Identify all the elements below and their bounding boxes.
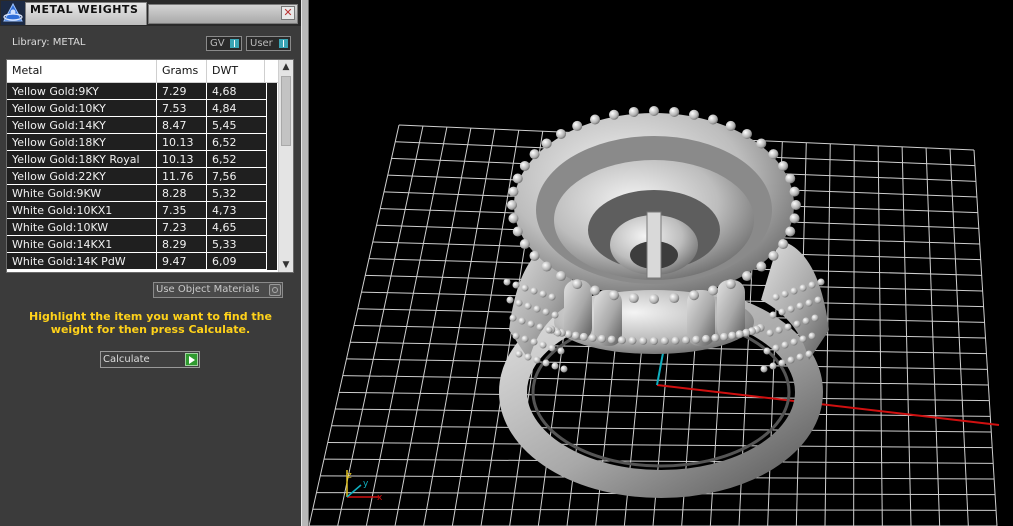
calculate-button[interactable]: Calculate	[100, 351, 200, 368]
cell-metal: White Gold:9KW	[7, 185, 157, 202]
cell-dwt: 5,32	[207, 185, 267, 202]
cell-dwt: 6,52	[207, 134, 267, 151]
table-row[interactable]: White Gold:10KW 7.23 4,65	[7, 219, 277, 236]
panel-title: METAL WEIGHTS	[30, 3, 139, 16]
cell-metal: White Gold:10KW	[7, 219, 157, 236]
calculate-label: Calculate	[103, 354, 150, 365]
cell-dwt: 4,68	[207, 83, 267, 100]
gizmo-y-label: y	[363, 479, 369, 489]
cell-dwt: 4,84	[207, 100, 267, 117]
gv-toggle[interactable]: GV	[206, 36, 242, 51]
cell-metal: Yellow Gold:14KY	[7, 117, 157, 134]
viewport-canvas: z y x	[309, 106, 1000, 526]
cell-grams: 8.28	[157, 185, 207, 202]
close-icon: ✕	[283, 6, 293, 19]
cell-dwt: 5,33	[207, 236, 267, 253]
cell-grams: 9.47	[157, 253, 207, 270]
metal-table: Metal Grams DWT Yellow Gold:9KY 7.29 4,68 …	[6, 59, 294, 273]
scroll-down-icon[interactable]: ▼	[279, 258, 293, 272]
axis-gizmo: z y x	[346, 470, 383, 503]
use-object-materials-toggle[interactable]: Use Object Materials	[153, 282, 283, 298]
scroll-thumb[interactable]	[281, 76, 291, 146]
cell-grams: 7.53	[157, 100, 207, 117]
titlebar-filler	[148, 4, 298, 24]
instruction-text: Highlight the item you want to find the …	[29, 310, 272, 336]
cell-grams: 7.29	[157, 83, 207, 100]
x-axis-line	[656, 384, 1000, 426]
column-header-metal[interactable]: Metal	[7, 60, 157, 82]
cell-dwt: 6,09	[207, 253, 267, 270]
cell-dwt: 4,73	[207, 202, 267, 219]
table-row[interactable]: White Gold:10KX1 7.35 4,73	[7, 202, 277, 219]
cell-metal: Yellow Gold:10KY	[7, 100, 157, 117]
table-scrollbar[interactable]: ▲ ▼	[278, 60, 293, 272]
table-row[interactable]: Yellow Gold:18KY 10.13 6,52	[7, 134, 277, 151]
cell-grams: 7.35	[157, 202, 207, 219]
table-header: Metal Grams DWT	[7, 60, 281, 83]
radio-indicator-icon	[269, 284, 281, 296]
column-header-dwt[interactable]: DWT	[207, 60, 265, 82]
cell-dwt: 4,65	[207, 219, 267, 236]
library-label: Library: METAL	[12, 37, 86, 48]
table-row[interactable]: White Gold:9KW 8.28 5,32	[7, 185, 277, 202]
gizmo-z-label: z	[347, 471, 352, 481]
close-button[interactable]: ✕	[281, 6, 295, 20]
panel-splitter[interactable]	[301, 0, 309, 526]
cell-grams: 8.47	[157, 117, 207, 134]
table-row[interactable]: White Gold:14KX1 8.29 5,33	[7, 236, 277, 253]
toggle-indicator-icon	[230, 39, 239, 48]
cell-metal: White Gold:14KX1	[7, 236, 157, 253]
cell-metal: White Gold:14K PdW	[7, 253, 157, 270]
use-object-materials-label: Use Object Materials	[156, 284, 260, 295]
table-body: Yellow Gold:9KY 7.29 4,68 Yellow Gold:10KY…	[7, 83, 277, 270]
table-row[interactable]: Yellow Gold:22KY 11.76 7,56	[7, 168, 277, 185]
cell-grams: 11.76	[157, 168, 207, 185]
3d-viewport[interactable]: z y x	[309, 0, 1013, 526]
table-row[interactable]: White Gold:14K PdW 9.47 6,09	[7, 253, 277, 270]
cell-grams: 7.23	[157, 219, 207, 236]
cell-metal: Yellow Gold:9KY	[7, 83, 157, 100]
table-row[interactable]: Yellow Gold:10KY 7.53 4,84	[7, 100, 277, 117]
cell-dwt: 5,45	[207, 117, 267, 134]
table-row[interactable]: Yellow Gold:14KY 8.47 5,45	[7, 117, 277, 134]
toggle-indicator-icon	[279, 39, 288, 48]
cell-grams: 10.13	[157, 151, 207, 168]
cell-dwt: 6,52	[207, 151, 267, 168]
metal-weights-panel: METAL WEIGHTS ✕ Library: METAL GV User M…	[0, 0, 301, 526]
cell-dwt: 7,56	[207, 168, 267, 185]
table-row[interactable]: Yellow Gold:9KY 7.29 4,68	[7, 83, 277, 100]
cell-metal: Yellow Gold:18KY	[7, 134, 157, 151]
table-row[interactable]: Yellow Gold:18KY Royal 10.13 6,52	[7, 151, 277, 168]
cell-metal: White Gold:10KX1	[7, 202, 157, 219]
ring-model	[499, 106, 829, 498]
user-toggle-label: User	[250, 38, 273, 49]
column-header-grams[interactable]: Grams	[157, 60, 207, 82]
scroll-up-icon[interactable]: ▲	[279, 60, 293, 74]
gizmo-x-label: x	[377, 493, 383, 503]
cell-grams: 8.29	[157, 236, 207, 253]
cell-metal: Yellow Gold:22KY	[7, 168, 157, 185]
user-toggle[interactable]: User	[246, 36, 291, 51]
panel-titlebar: METAL WEIGHTS ✕	[0, 0, 301, 26]
play-arrow-icon	[185, 353, 198, 366]
cell-metal: Yellow Gold:18KY Royal	[7, 151, 157, 168]
app-logo-icon	[1, 1, 25, 25]
gv-toggle-label: GV	[210, 38, 225, 49]
cell-grams: 10.13	[157, 134, 207, 151]
